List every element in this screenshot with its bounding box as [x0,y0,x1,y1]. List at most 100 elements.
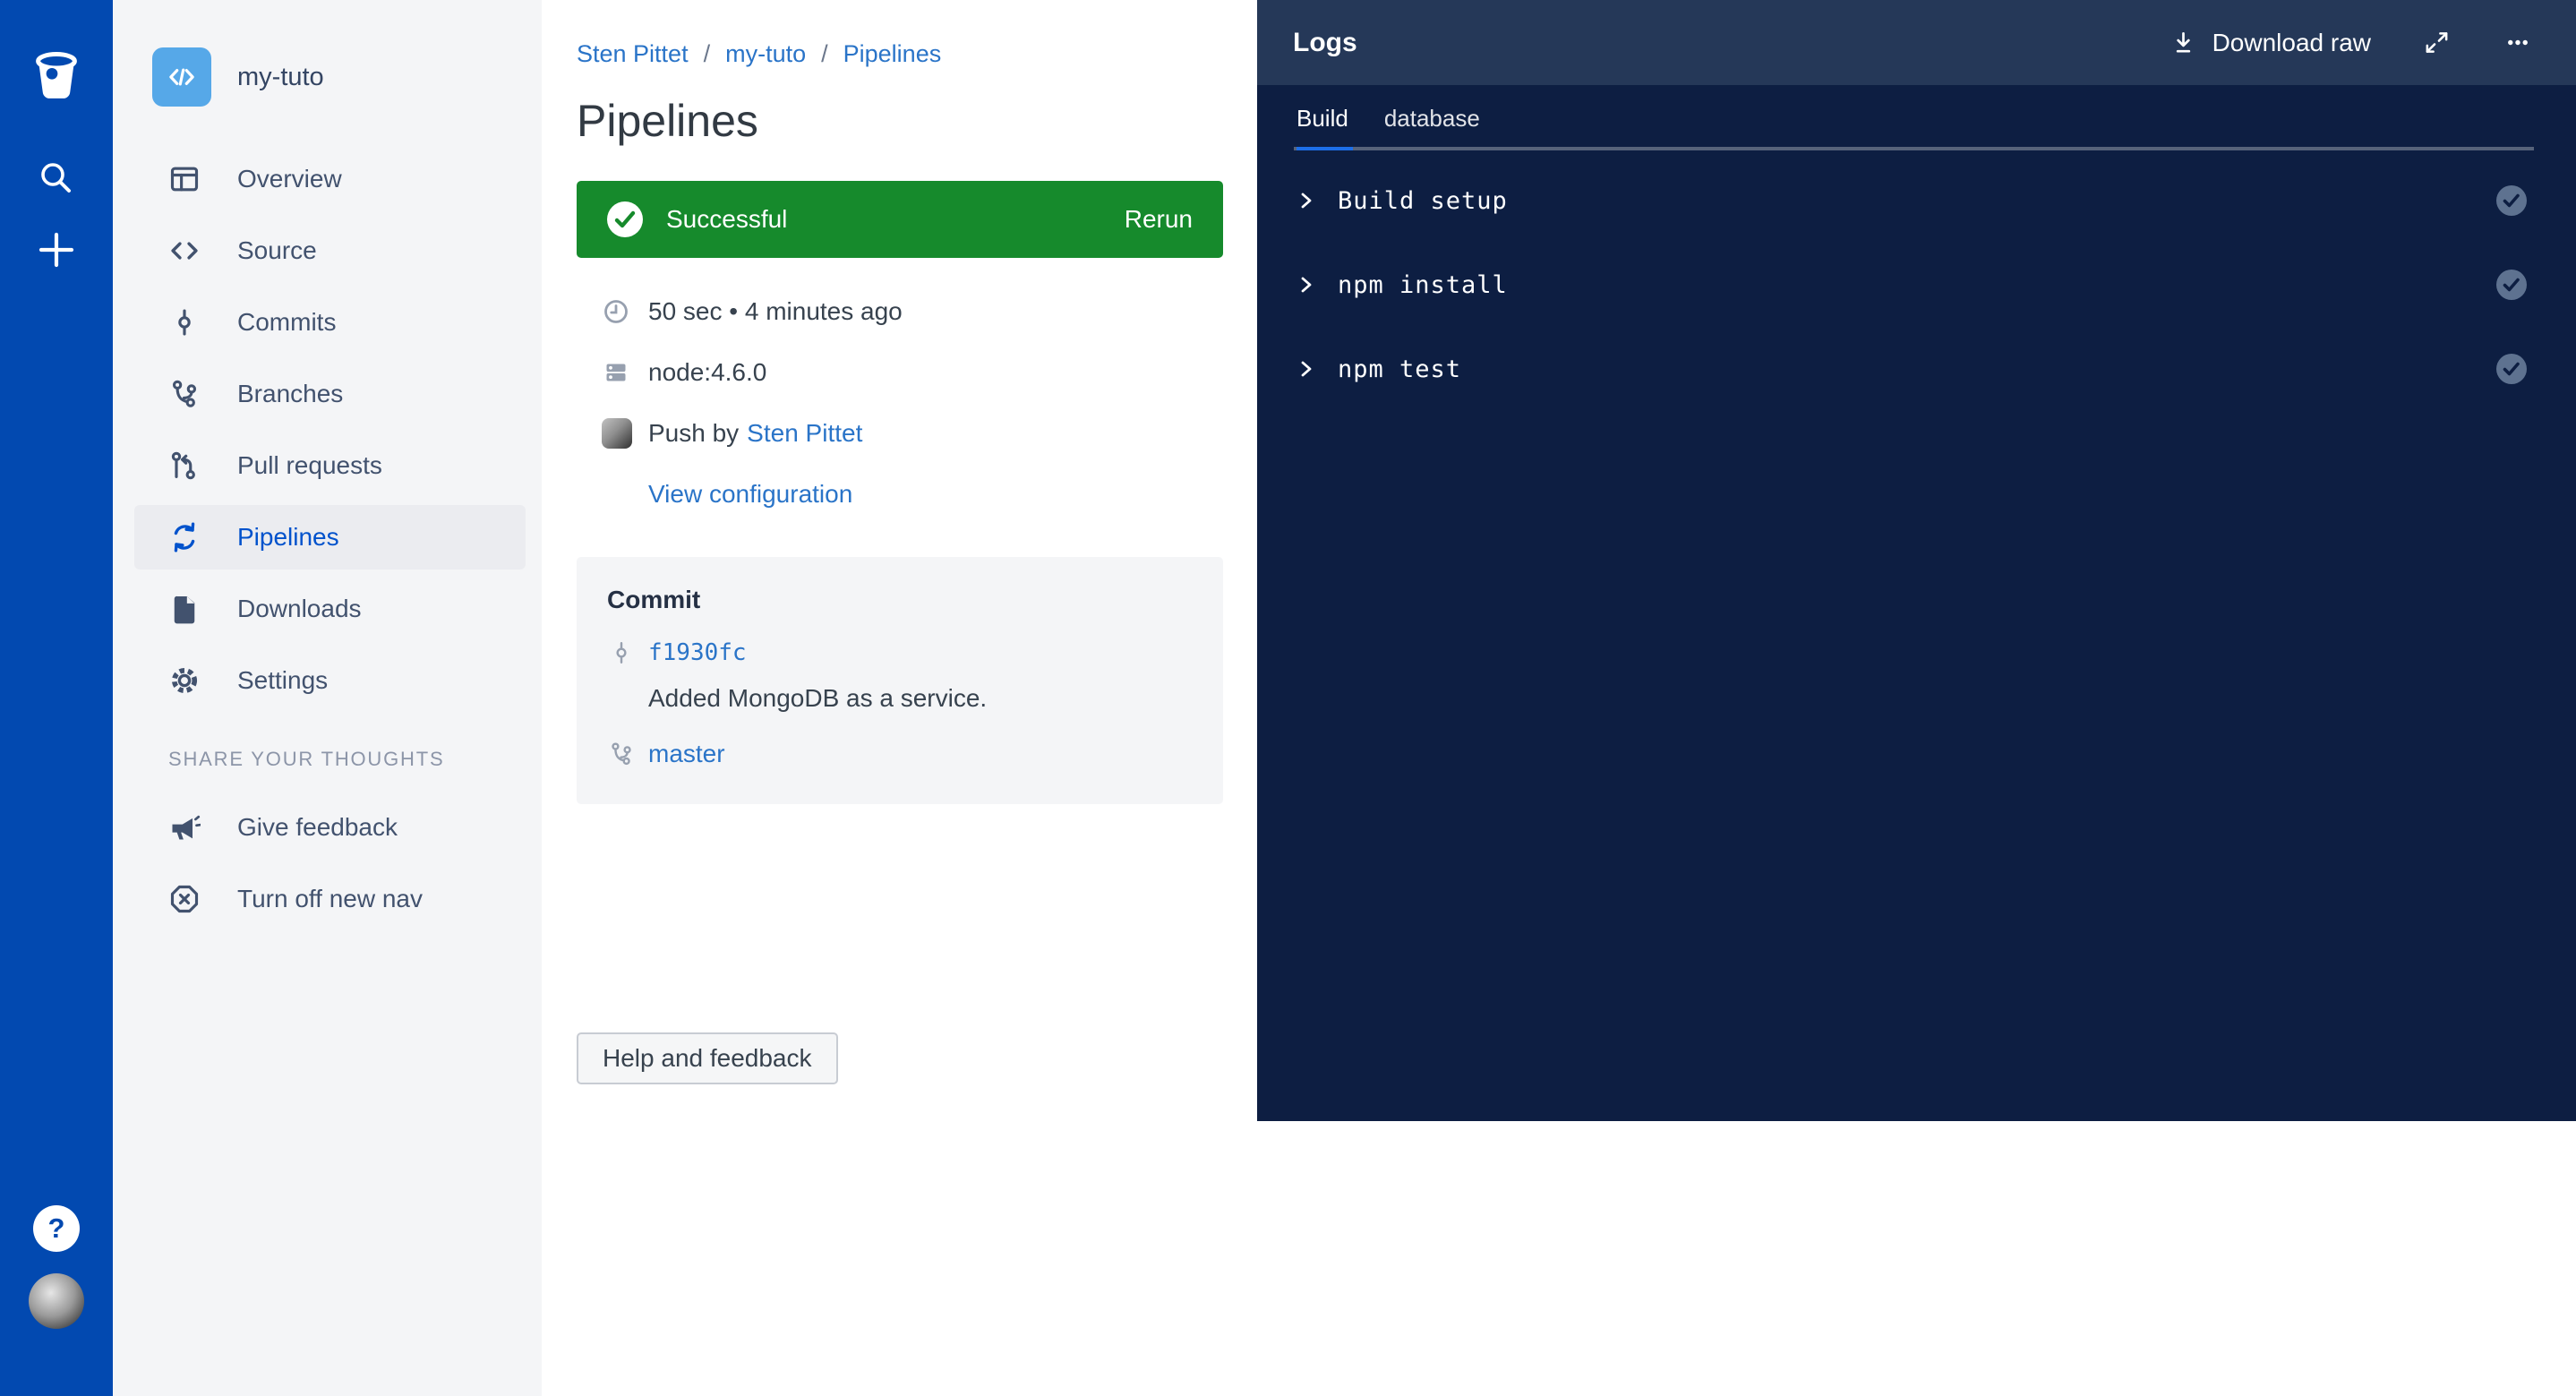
active-tab-indicator [1297,147,1353,150]
octagon-x-icon [168,883,201,915]
help-button-rail[interactable]: ? [33,1205,80,1252]
commit-hash-row: f1930fc [607,639,1193,666]
status-banner: Successful Rerun [577,181,1223,258]
chevron-right-icon [1297,359,1316,379]
logs-controls: Download raw [2169,29,2533,57]
sidebar-item-turn-off-new-nav[interactable]: Turn off new nav [113,863,542,935]
branch-row: master [607,740,1193,768]
pusher-link[interactable]: Sten Pittet [747,419,862,448]
breadcrumb-pipelines[interactable]: Pipelines [843,40,942,68]
repo-nav: Overview Source Commits Branches Pull re… [113,143,542,935]
sidebar-item-label: Overview [237,165,342,193]
breadcrumb-separator: / [821,40,828,68]
sidebar-item-commits[interactable]: Commits [113,287,542,358]
branches-icon [168,378,201,410]
logs-header: Logs Download raw [1257,0,2576,85]
status-label: Successful [666,205,787,234]
step-success-icon [2496,354,2527,384]
question-mark-icon: ? [48,1212,65,1245]
main-content: Sten Pittet / my-tuto / Pipelines Pipeli… [542,0,1257,1396]
sidebar-item-give-feedback[interactable]: Give feedback [113,792,542,863]
fullscreen-button[interactable] [2423,29,2451,56]
sidebar-item-source[interactable]: Source [113,215,542,287]
duration-row: 50 sec • 4 minutes ago [577,281,1223,342]
commit-card-title: Commit [607,586,1193,614]
pusher-avatar [602,418,632,449]
log-step-npm-test[interactable]: npm test [1257,327,2576,411]
download-raw-label: Download raw [2212,29,2371,57]
sidebar-section-heading: SHARE YOUR THOUGHTS [113,734,542,784]
sidebar-item-label: Downloads [237,595,362,623]
pipelines-icon [168,521,201,553]
source-icon [168,235,201,267]
log-step-build-setup[interactable]: Build setup [1257,158,2576,243]
sidebar-item-overview[interactable]: Overview [113,143,542,215]
pipeline-meta: 50 sec • 4 minutes ago node:4.6.0 Push b… [577,281,1223,525]
chevron-right-icon [1297,275,1316,295]
more-options-button[interactable] [2503,29,2533,56]
view-configuration-link[interactable]: View configuration [648,480,852,509]
sidebar-item-pull-requests[interactable]: Pull requests [113,430,542,501]
search-icon [36,158,77,199]
clock-icon [602,297,630,326]
sidebar-item-pipelines[interactable]: Pipelines [134,505,526,570]
log-steps: Build setup npm install npm test [1257,158,2576,411]
repo-header[interactable]: my-tuto [152,47,324,107]
sidebar-item-label: Give feedback [237,813,398,842]
commit-hash-link[interactable]: f1930fc [648,639,747,666]
step-success-icon [2496,185,2527,216]
user-avatar[interactable] [29,1273,84,1329]
sidebar-item-branches[interactable]: Branches [113,358,542,430]
megaphone-icon [168,811,201,844]
repo-name: my-tuto [237,63,324,92]
help-and-feedback-button[interactable]: Help and feedback [577,1032,838,1084]
step-success-icon [2496,270,2527,300]
commit-message: Added MongoDB as a service. [607,684,1193,713]
commits-icon [168,306,201,338]
sidebar-item-label: Pipelines [237,523,339,552]
push-row: Push by Sten Pittet [577,403,1223,464]
code-icon [165,60,199,94]
logs-title: Logs [1293,28,1357,58]
repo-sidebar: my-tuto Overview Source Commits Branches [113,0,542,1396]
tabs-divider [1294,147,2534,150]
breadcrumb-owner[interactable]: Sten Pittet [577,40,689,68]
sidebar-item-label: Settings [237,666,328,695]
download-raw-button[interactable]: Download raw [2169,29,2371,57]
plus-icon [36,229,77,270]
branch-link[interactable]: master [648,740,725,768]
rerun-button[interactable]: Rerun [1125,205,1193,234]
step-label: Build setup [1338,187,1508,215]
config-row: View configuration [577,464,1223,525]
create-button[interactable] [36,229,77,270]
sidebar-item-label: Commits [237,308,336,337]
sidebar-item-label: Turn off new nav [237,885,423,913]
sidebar-item-label: Branches [237,380,343,408]
log-step-npm-install[interactable]: npm install [1257,243,2576,327]
pull-requests-icon [168,450,201,482]
logs-panel: Logs Download raw Build database [1257,0,2576,1121]
push-prefix: Push by [648,419,739,448]
download-icon [2169,29,2197,56]
breadcrumb-separator: / [704,40,711,68]
breadcrumb-repo[interactable]: my-tuto [725,40,806,68]
image-text: node:4.6.0 [648,358,766,387]
downloads-icon [168,593,201,625]
commit-card: Commit f1930fc Added MongoDB as a servic… [577,557,1223,804]
commit-icon [607,639,636,666]
bitbucket-logo[interactable] [30,50,82,102]
repo-avatar [152,47,211,107]
sidebar-item-settings[interactable]: Settings [113,645,542,716]
page-title: Pipelines [577,95,1257,147]
duration-text: 50 sec • 4 minutes ago [648,297,903,326]
logs-tabs: Build database [1257,85,2576,133]
chevron-right-icon [1297,191,1316,210]
sidebar-item-label: Pull requests [237,451,382,480]
tab-database[interactable]: database [1384,105,1480,133]
app-rail: ? [0,0,113,1396]
sidebar-item-downloads[interactable]: Downloads [113,573,542,645]
search-button[interactable] [36,158,77,199]
branch-icon [607,741,636,767]
bitbucket-logo-icon [30,50,82,102]
tab-build[interactable]: Build [1297,105,1348,133]
